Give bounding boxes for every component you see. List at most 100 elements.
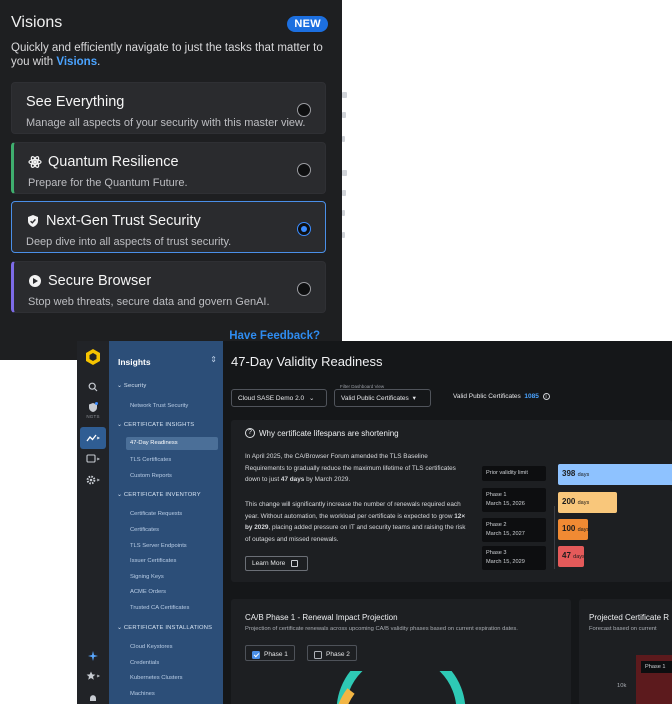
phase-bar: 47 days <box>558 546 585 567</box>
checkbox-checked-icon <box>252 650 260 659</box>
donut-chart <box>336 671 466 704</box>
nav-item-kubernetes-clusters[interactable]: Kubernetes Clusters <box>130 675 183 681</box>
impact-title: CA/B Phase 1 - Renewal Impact Projection <box>245 613 398 622</box>
new-badge: NEW <box>287 16 328 32</box>
vision-option-subtitle: Prepare for the Quantum Future. <box>28 177 188 189</box>
page-title: 47-Day Validity Readiness <box>231 354 383 369</box>
projected-phase-tag: Phase 1 <box>641 661 672 673</box>
background-text-fragment <box>342 170 347 176</box>
nav-section-certificate-insights[interactable]: ⌄ CERTIFICATE INSIGHTS <box>117 422 194 428</box>
nav-item-custom-reports[interactable]: Custom Reports <box>130 473 172 479</box>
phase-label: Phase 1 March 15, 2026 <box>482 488 546 512</box>
nav-item-cloud-keystores[interactable]: Cloud Keystores <box>130 644 173 650</box>
shield-check-icon <box>26 214 40 228</box>
shield-icon[interactable] <box>83 399 103 415</box>
renewal-impact-panel: CA/B Phase 1 - Renewal Impact Projection… <box>231 599 571 704</box>
nav-collapse-icon[interactable]: ⇕ <box>210 355 217 364</box>
visions-title: Visions <box>11 14 63 31</box>
vision-option-next-gen-trust-security[interactable]: Next-Gen Trust Security Deep dive into a… <box>11 201 326 253</box>
background-text-fragment <box>342 190 346 196</box>
nav-item-tls-certificates[interactable]: TLS Certificates <box>130 457 171 463</box>
phase-label: Phase 3 March 15, 2029 <box>482 546 546 570</box>
vision-option-secure-browser[interactable]: Secure Browser Stop web threats, secure … <box>11 261 326 313</box>
gear-icon[interactable] <box>83 472 103 488</box>
logo-icon[interactable] <box>86 349 100 365</box>
checkbox-icon <box>314 650 322 659</box>
main-content: 47-Day Validity Readiness Cloud SASE Dem… <box>223 341 672 704</box>
nav-item-network-trust-security[interactable]: Network Trust Security <box>130 403 188 409</box>
external-link-icon <box>291 560 299 567</box>
timeline-line <box>554 506 555 569</box>
caret-down-icon: ▾ <box>412 395 416 402</box>
visions-description: Quickly and efficiently navigate to just… <box>11 41 326 69</box>
vision-radio[interactable] <box>297 103 311 117</box>
vision-option-quantum-resilience[interactable]: Quantum Resilience Prepare for the Quant… <box>11 142 326 194</box>
app-window: NGTS Insights ⇕ ⌄ Security Network Trust… <box>77 341 672 704</box>
nav-item-machines[interactable]: Machines <box>130 691 155 697</box>
nav-item-certificates[interactable]: Certificates <box>130 527 159 533</box>
vision-option-see-everything[interactable]: See Everything Manage all aspects of you… <box>11 82 326 134</box>
nav-item-credentials[interactable]: Credentials <box>130 660 159 666</box>
nav-item-47-day-readiness[interactable]: 47-Day Readiness <box>126 437 218 450</box>
nav-item-signing-keys[interactable]: Signing Keys <box>130 574 164 580</box>
impact-subtitle: Projection of certificate renewals acros… <box>245 626 518 632</box>
visions-description-end: . <box>97 56 101 68</box>
background-text-fragment <box>342 210 345 216</box>
star-icon[interactable] <box>83 668 103 684</box>
certificate-icon[interactable] <box>83 451 103 467</box>
background-text-fragment <box>342 232 345 238</box>
insights-icon[interactable] <box>80 427 106 449</box>
phase-2-checkbox[interactable]: Phase 2 <box>307 645 357 661</box>
info-icon: i <box>542 393 550 400</box>
nav-item-trusted-ca-certificates[interactable]: Trusted CA Certificates <box>130 605 189 611</box>
background-text-fragment <box>342 112 346 118</box>
nav-item-issuer-certificates[interactable]: Issuer Certificates <box>130 558 176 564</box>
phase-1-checkbox[interactable]: Phase 1 <box>245 645 295 661</box>
phase-bar: 100 days <box>558 519 589 540</box>
projected-axis-label: 10k <box>617 683 627 689</box>
nav-item-certificate-requests[interactable]: Certificate Requests <box>130 511 182 517</box>
background-text-fragment <box>342 92 347 98</box>
atom-icon <box>28 155 42 169</box>
bell-icon[interactable] <box>83 691 103 704</box>
projected-subtitle: Forecast based on current <box>589 626 657 632</box>
vision-option-title: Quantum Resilience <box>48 154 179 170</box>
vision-option-subtitle: Manage all aspects of your security with… <box>26 117 306 129</box>
browser-icon <box>28 274 42 288</box>
tenant-select[interactable]: Cloud SASE Demo 2.0 ⌄ <box>231 389 327 407</box>
icon-rail: NGTS <box>77 341 109 704</box>
insights-nav: Insights ⇕ ⌄ Security Network Trust Secu… <box>109 341 223 704</box>
vision-option-title: See Everything <box>26 94 125 110</box>
visions-link[interactable]: Visions <box>56 56 97 68</box>
filter-select[interactable]: Valid Public Certificates ▾ <box>334 389 431 407</box>
learn-more-button[interactable]: Learn More <box>245 556 308 571</box>
vision-option-subtitle: Deep dive into all aspects of trust secu… <box>26 236 232 248</box>
vision-option-subtitle: Stop web threats, secure data and govern… <box>28 296 270 308</box>
sparkle-icon[interactable] <box>83 648 103 664</box>
nav-section-security[interactable]: ⌄ Security <box>117 383 146 389</box>
why-paragraph-2: This change will significantly increase … <box>245 501 466 543</box>
nav-section-certificate-installations[interactable]: ⌄ CERTIFICATE INSTALLATIONS <box>117 625 212 631</box>
vision-option-title: Next-Gen Trust Security <box>46 213 201 229</box>
nav-item-tls-server-endpoints[interactable]: TLS Server Endpoints <box>130 543 187 549</box>
search-icon[interactable] <box>83 379 103 395</box>
nav-header: Insights <box>118 357 151 367</box>
phase-bar: 398 days <box>558 464 672 485</box>
ngts-label: NGTS <box>86 414 100 419</box>
visions-popover: Visions NEW Quickly and efficiently navi… <box>0 0 342 360</box>
vision-radio[interactable] <box>297 163 311 177</box>
nav-item-acme-orders[interactable]: ACME Orders <box>130 589 166 595</box>
phase-bar: 200 days <box>558 492 617 513</box>
question-icon: ? <box>245 428 255 438</box>
vision-radio[interactable] <box>297 282 311 296</box>
valid-certificates-summary: Valid Public Certificates 1085 i <box>453 393 550 400</box>
background-text-fragment <box>342 136 345 142</box>
phase-label: Prior validity limit <box>482 466 546 481</box>
why-heading: ? Why certificate lifespans are shortenin… <box>245 428 399 438</box>
vision-radio-selected[interactable] <box>297 222 311 236</box>
valid-count: 1085 <box>524 393 539 401</box>
phase-label: Phase 2 March 15, 2027 <box>482 518 546 542</box>
projected-title: Projected Certificate R <box>589 613 670 622</box>
nav-section-certificate-inventory[interactable]: ⌄ CERTIFICATE INVENTORY <box>117 492 201 498</box>
chevron-down-icon: ⌄ <box>308 395 315 402</box>
